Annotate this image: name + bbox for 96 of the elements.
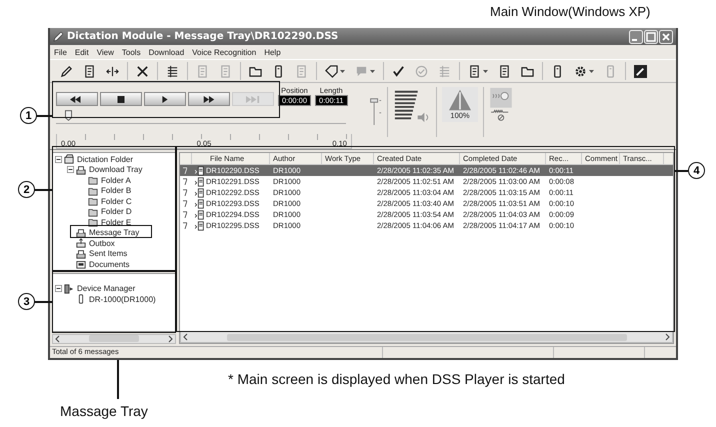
pen-icon [60, 64, 73, 78]
checkmark-icon [392, 64, 405, 78]
menu-item[interactable]: Tools [122, 48, 141, 56]
caret-icon [340, 70, 345, 72]
horizontal-scrollbar[interactable] [180, 331, 673, 343]
tree-item[interactable]: Folder A [100, 176, 132, 185]
file-icon [195, 210, 205, 220]
tray-icon [76, 248, 86, 259]
menu-item[interactable]: File [54, 48, 67, 56]
inbox-icon [76, 228, 86, 238]
pen-icon [53, 32, 63, 42]
tree-item[interactable]: Message Tray [88, 228, 140, 238]
tray-icon [76, 164, 86, 175]
list-icon [438, 64, 451, 78]
caret-icon [589, 70, 594, 72]
wand-icon [634, 64, 647, 78]
device-icon [272, 64, 285, 78]
outbox-icon [76, 238, 86, 248]
menu-item[interactable]: Help [264, 48, 281, 56]
gear-icon [574, 64, 587, 78]
close-icon[interactable] [659, 30, 673, 44]
tree-item[interactable]: Outbox [88, 238, 116, 248]
tree-item[interactable]: Dictation Folder [76, 154, 134, 164]
circle-check-icon [415, 64, 428, 78]
collapse-icon[interactable] [55, 285, 62, 292]
triangle-icon [448, 89, 472, 111]
folder-icon [88, 196, 98, 206]
documents-icon [76, 259, 86, 270]
file-icon [195, 220, 205, 230]
file-icon [195, 188, 205, 198]
callout-number: 1 [20, 107, 37, 124]
tag-icon [325, 64, 338, 78]
leader-line [674, 170, 688, 172]
caret-icon [370, 70, 375, 72]
tree-item[interactable]: Folder E [100, 218, 132, 227]
menu-item[interactable]: View [96, 48, 114, 56]
tree-item[interactable]: Folder D [100, 207, 133, 216]
folder-icon [521, 64, 534, 78]
footnote: * Main screen is displayed when DSS Player is started [228, 371, 565, 387]
leader-line [34, 301, 52, 302]
noise-filter-icon[interactable] [489, 87, 513, 123]
list-icon [166, 64, 179, 78]
collapse-icon[interactable] [67, 166, 74, 174]
maximize-icon[interactable] [644, 30, 658, 44]
figure-caption: Main Window(Windows XP) [490, 4, 650, 19]
recorder-icon [76, 294, 86, 304]
leader-line [34, 189, 52, 190]
caret-icon [483, 70, 488, 72]
skip-end-icon [246, 96, 260, 102]
speech-icon [355, 64, 368, 78]
tree-item[interactable]: Documents [88, 260, 130, 269]
file-icon [195, 176, 205, 186]
device-icon [604, 64, 617, 78]
device-icon [551, 64, 564, 78]
file-icon [195, 198, 205, 208]
slider-thumb[interactable] [64, 110, 72, 121]
callout-number: 3 [18, 293, 35, 310]
document-icon [83, 64, 96, 78]
tree-item[interactable]: Sent Items [88, 249, 128, 258]
transport-button[interactable] [144, 92, 186, 106]
folder-icon [88, 186, 98, 196]
document-icon [219, 64, 232, 78]
menu-item[interactable]: Edit [74, 48, 89, 56]
toolbar-button[interactable] [323, 62, 347, 80]
document-icon [295, 64, 308, 78]
tree-item[interactable]: Device Manager [76, 284, 136, 294]
leader-line [36, 115, 52, 116]
transport-button[interactable] [100, 92, 142, 106]
split-icon [106, 64, 119, 78]
file-icon [195, 166, 205, 176]
device-icon [64, 284, 74, 294]
document-icon [498, 64, 511, 78]
tree-item[interactable]: Folder B [100, 186, 132, 196]
tree-item[interactable]: DR-1000(DR1000) [88, 294, 157, 304]
folder-icon [88, 206, 98, 217]
folder-icon [249, 64, 262, 78]
menu-item[interactable]: Voice Recognition [192, 48, 256, 56]
pointer-label: Massage Tray [60, 403, 148, 419]
folder-icon [88, 175, 98, 186]
minimize-icon[interactable] [629, 30, 643, 44]
menu-item[interactable]: Download [148, 48, 184, 56]
delete-icon [136, 64, 149, 78]
toolbar-button[interactable] [632, 62, 649, 80]
tree-item[interactable]: Download Tray [88, 165, 144, 174]
transport-button[interactable] [188, 92, 230, 106]
fast-forward-icon [202, 96, 216, 102]
callout-number: 2 [18, 181, 35, 198]
document-icon [468, 64, 481, 78]
callout-number: 4 [688, 162, 705, 179]
document-icon [196, 64, 209, 78]
horizontal-scrollbar[interactable] [52, 334, 176, 344]
window-title: Dictation Module - Message Tray\DR102290.DSS [67, 31, 338, 42]
transport-button[interactable] [56, 92, 98, 106]
tree-item[interactable]: Folder C [100, 196, 133, 206]
cabinet-icon [64, 154, 74, 164]
collapse-icon[interactable] [55, 156, 62, 163]
